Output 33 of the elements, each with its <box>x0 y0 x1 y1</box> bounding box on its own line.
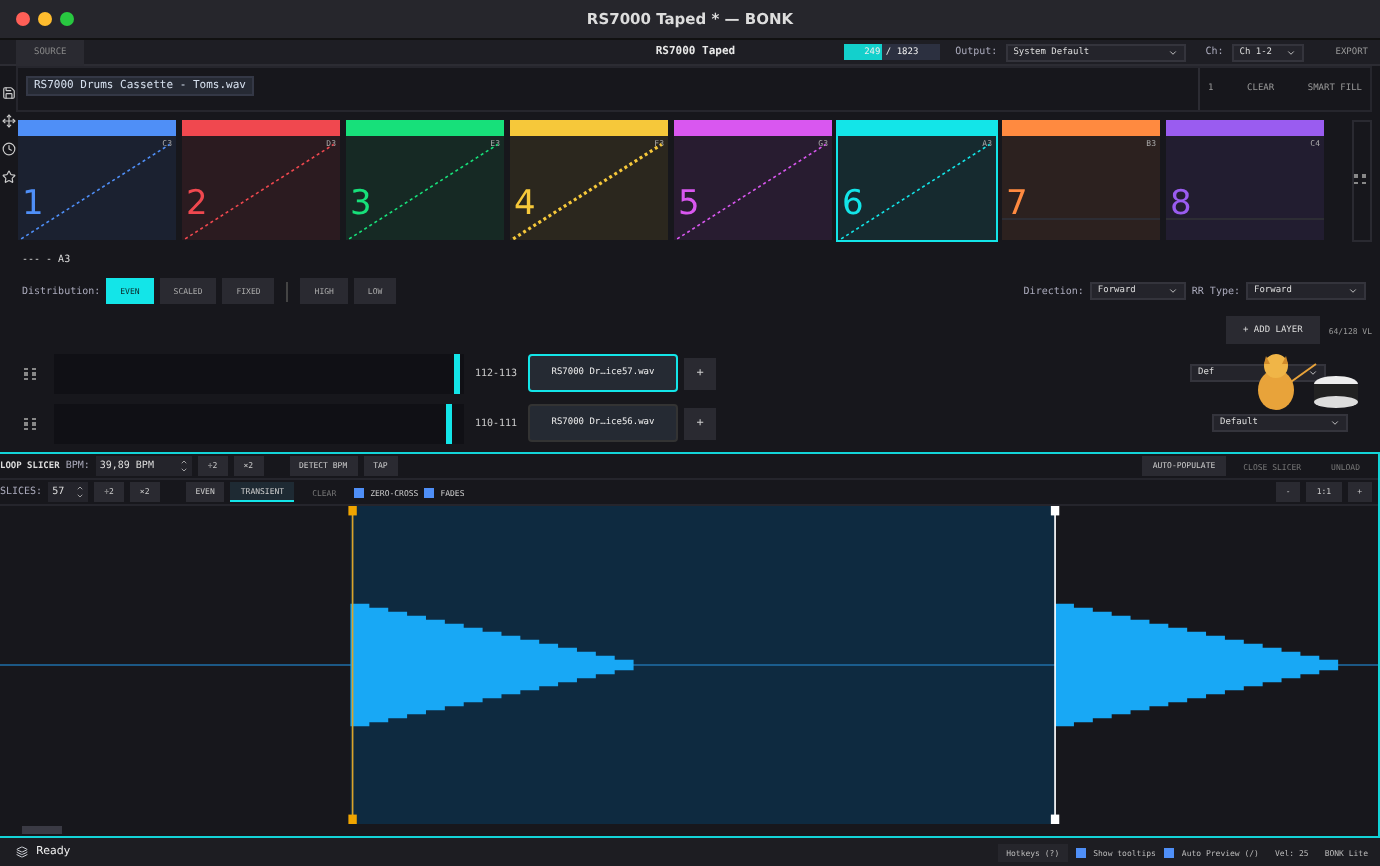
caret-icon <box>1167 286 1178 296</box>
pad-number: 1 <box>22 183 44 223</box>
velocity-track[interactable] <box>54 353 464 393</box>
checkbox[interactable] <box>1075 847 1086 857</box>
pad-number: 3 <box>350 183 372 223</box>
save-icon[interactable] <box>1 86 15 100</box>
pad-number: 5 <box>678 183 700 223</box>
drag-handle-icon[interactable] <box>24 417 40 429</box>
checkbox[interactable] <box>354 487 365 497</box>
slice-marker[interactable] <box>1050 506 1060 824</box>
drag-handle-icon[interactable] <box>24 367 40 379</box>
caret-icon <box>1285 47 1296 57</box>
velocity-track[interactable] <box>54 403 464 443</box>
velocity-handle[interactable] <box>445 403 452 443</box>
pad-number: 6 <box>842 183 864 223</box>
checkbox[interactable] <box>1163 847 1174 857</box>
caret-icon <box>1167 47 1178 57</box>
caret-icon <box>1330 418 1340 428</box>
move-icon[interactable] <box>1 114 15 128</box>
scrollbar-thumb[interactable] <box>22 826 62 834</box>
layers-icon[interactable] <box>16 846 28 858</box>
clock-icon[interactable] <box>1 142 15 156</box>
pad-number: 8 <box>1170 183 1192 223</box>
star-icon[interactable] <box>1 170 15 184</box>
checkbox[interactable] <box>424 487 435 497</box>
slice-marker[interactable] <box>348 506 357 824</box>
caret-icon <box>1308 368 1318 378</box>
pad-number: 4 <box>514 183 536 223</box>
velocity-handle[interactable] <box>453 353 460 393</box>
mascot-drawing <box>1252 351 1364 411</box>
pad-number: 2 <box>186 183 208 223</box>
caret-icon <box>1348 286 1358 296</box>
pad-number: 7 <box>1006 183 1028 223</box>
